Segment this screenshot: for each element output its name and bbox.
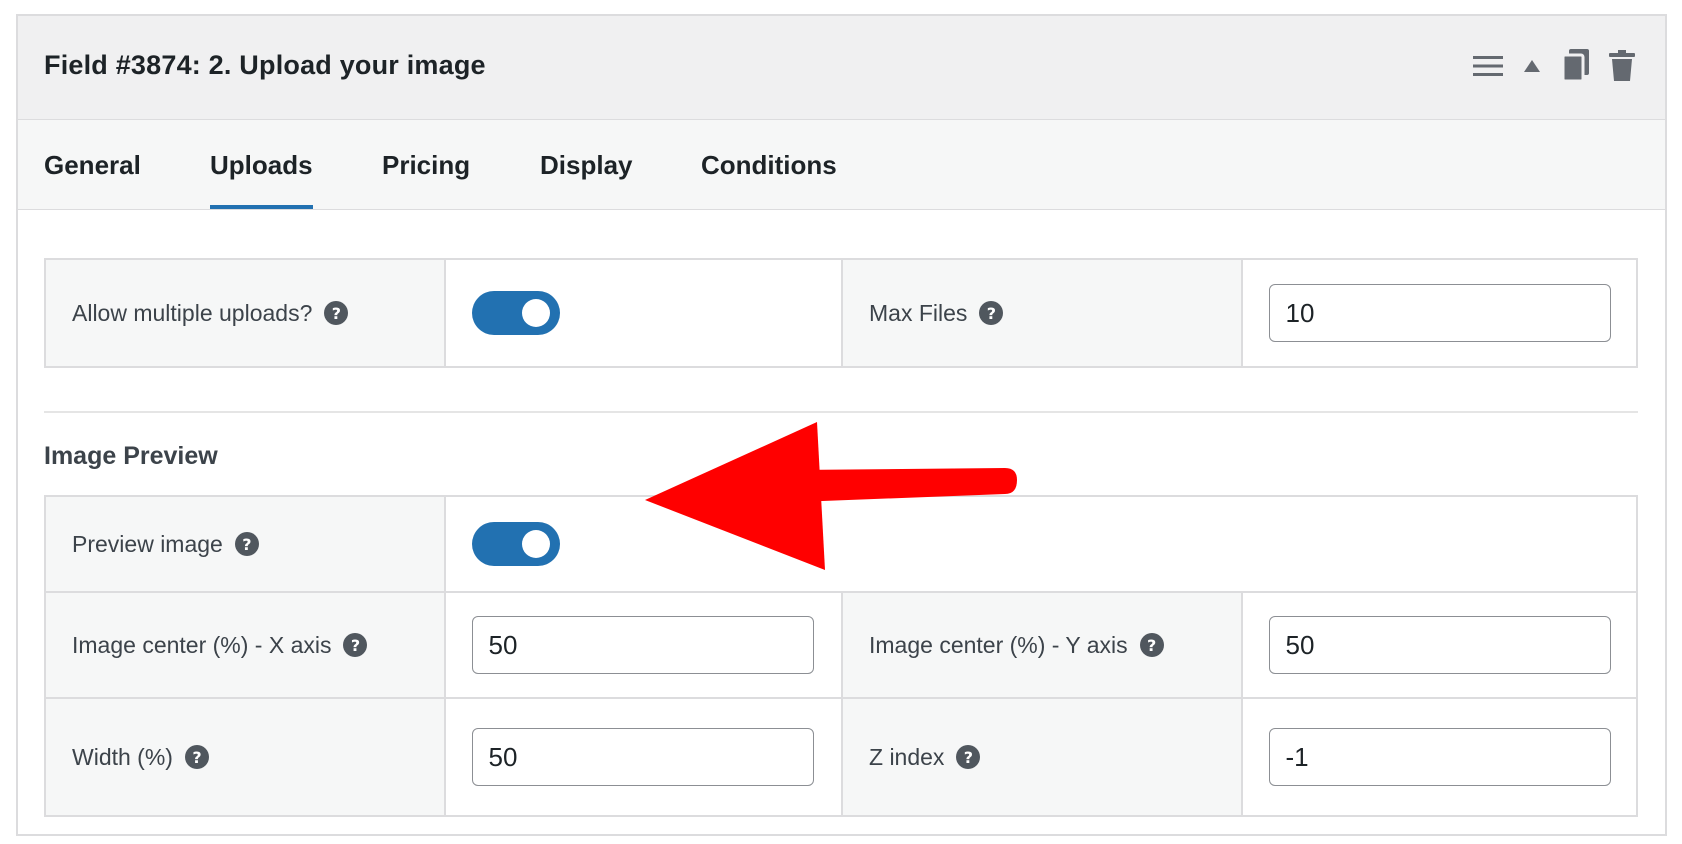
help-icon[interactable]: ? <box>343 633 368 657</box>
tab-uploads[interactable]: Uploads <box>210 150 313 209</box>
preview-image-label: Preview image <box>72 530 223 557</box>
help-icon[interactable]: ? <box>956 745 981 769</box>
help-icon[interactable]: ? <box>1139 633 1164 657</box>
preview-image-toggle[interactable] <box>472 522 560 566</box>
help-icon[interactable]: ? <box>184 745 209 769</box>
tab-bar: General Uploads Pricing Display Conditio… <box>18 120 1665 210</box>
center-x-field-cell <box>446 593 843 697</box>
allow-multiple-label-cell: Allow multiple uploads? ? <box>46 260 446 366</box>
z-index-input[interactable] <box>1268 728 1611 786</box>
help-icon[interactable]: ? <box>324 301 349 325</box>
panel-title: Field #3874: 2. Upload your image <box>44 50 486 80</box>
help-icon[interactable]: ? <box>234 532 259 556</box>
tab-display[interactable]: Display <box>540 150 633 181</box>
max-files-label: Max Files <box>869 299 968 326</box>
settings-row: Image center (%) - X axis ? Image center… <box>46 593 1636 699</box>
toggle-knob <box>522 530 550 558</box>
center-x-label: Image center (%) - X axis <box>72 631 332 658</box>
header-actions <box>1473 46 1635 86</box>
width-label: Width (%) <box>72 743 173 770</box>
width-label-cell: Width (%) ? <box>46 699 446 815</box>
allow-multiple-field-cell <box>446 260 843 366</box>
allow-multiple-toggle[interactable] <box>471 291 560 335</box>
collapse-up-icon[interactable] <box>1523 59 1541 73</box>
center-x-label-cell: Image center (%) - X axis ? <box>46 593 446 697</box>
preview-image-label-cell: Preview image ? <box>46 497 446 591</box>
toggle-knob <box>521 299 550 327</box>
help-icon[interactable]: ? <box>979 301 1004 325</box>
settings-row: Allow multiple uploads? ? Max Files ? <box>46 260 1636 366</box>
tab-pricing[interactable]: Pricing <box>382 150 470 181</box>
menu-icon[interactable] <box>1473 54 1503 78</box>
max-files-label-cell: Max Files ? <box>843 260 1243 366</box>
center-y-label-cell: Image center (%) - Y axis ? <box>843 593 1243 697</box>
center-x-input[interactable] <box>471 616 814 674</box>
center-y-input[interactable] <box>1268 616 1611 674</box>
center-y-field-cell <box>1243 593 1637 697</box>
max-files-field-cell <box>1243 260 1637 366</box>
tab-conditions[interactable]: Conditions <box>701 150 837 181</box>
allow-multiple-label: Allow multiple uploads? <box>72 299 313 326</box>
uploads-settings-table: Allow multiple uploads? ? Max Files ? <box>44 258 1638 368</box>
max-files-input[interactable] <box>1268 284 1611 342</box>
preview-image-field-cell <box>446 497 1636 591</box>
z-index-label-cell: Z index ? <box>843 699 1243 815</box>
width-field-cell <box>446 699 843 815</box>
duplicate-icon[interactable] <box>1561 49 1589 83</box>
tab-general[interactable]: General <box>44 150 141 181</box>
width-input[interactable] <box>471 728 814 786</box>
trash-icon[interactable] <box>1609 50 1635 82</box>
settings-row: Width (%) ? Z index ? <box>46 699 1636 815</box>
panel-header: Field #3874: 2. Upload your image <box>18 16 1665 120</box>
red-arrow-annotation <box>645 422 1017 570</box>
z-index-label: Z index <box>869 743 945 770</box>
image-preview-heading: Image Preview <box>44 442 218 470</box>
z-index-field-cell <box>1243 699 1637 815</box>
center-y-label: Image center (%) - Y axis <box>869 631 1128 658</box>
